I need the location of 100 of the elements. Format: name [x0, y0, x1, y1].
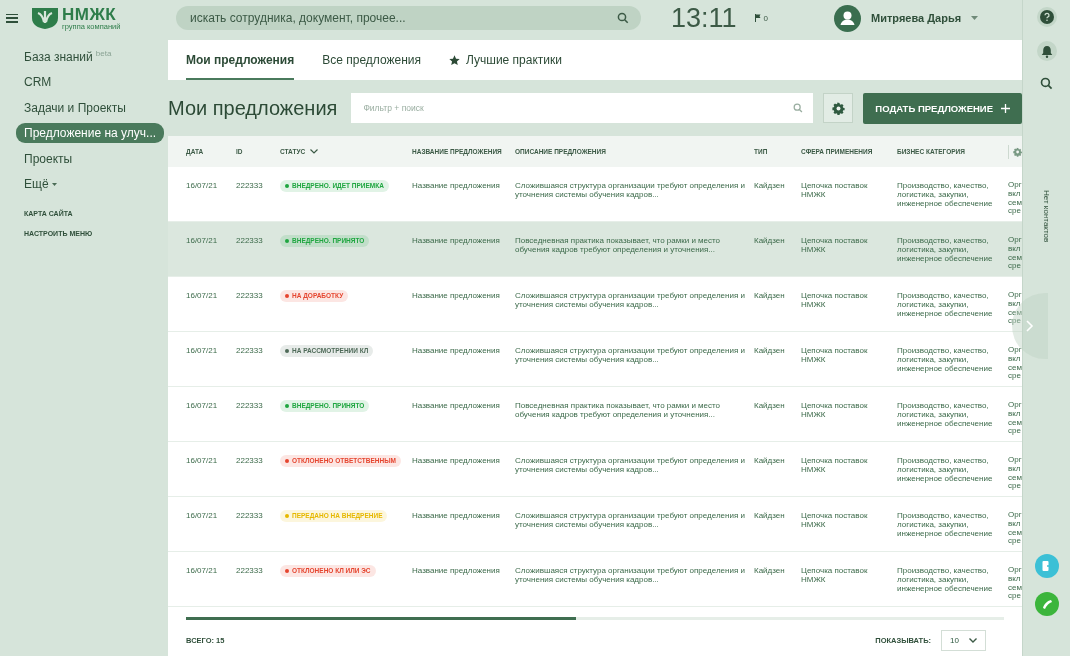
help-icon[interactable] — [1036, 7, 1057, 27]
filter-field[interactable]: Фильтр + поиск — [351, 93, 814, 123]
table-cell-text: Производство, качество, логистика, закупки, инженерное обеспечение — [897, 511, 994, 539]
table-cell-text: Сложившаяся структура организации требуют определения и уточнения системы обучения кадров... — [515, 456, 746, 475]
logo-name: НМЖК — [62, 5, 117, 23]
table-cell-text: 222333 — [236, 456, 264, 466]
table-cell-text: Кайдзен — [754, 291, 786, 301]
table-cell-text: Название предложения — [412, 236, 501, 246]
table-cell-text: 16/07/21 — [186, 566, 219, 576]
logo-icon — [30, 6, 60, 30]
menu-icon[interactable] — [6, 13, 18, 23]
exit-icon[interactable] — [1034, 554, 1059, 578]
table-cell-text: Кайдзен — [754, 456, 786, 466]
tab[interactable]: Мои предложения — [186, 40, 295, 80]
flag-icon — [754, 14, 761, 22]
table-cell-text: Цепочка поставок НМЖК — [801, 346, 869, 365]
nav-item[interactable]: CRM — [16, 72, 60, 93]
table-cell: Орг вкл сем сре — [1008, 511, 1022, 547]
search-input[interactable]: искать сотрудника, документ, прочее... — [188, 10, 617, 26]
table-cell-text: 16/07/21 — [186, 511, 219, 521]
beta-label: beta — [95, 49, 112, 59]
table-cell: Орг вкл сем сре — [1008, 346, 1022, 382]
table-cell-text: Кайдзен — [754, 566, 786, 576]
nav-item[interactable]: Проекты — [16, 148, 81, 169]
chevron-icon — [1026, 320, 1034, 332]
search-icon — [793, 103, 804, 113]
caret-icon[interactable] — [51, 182, 57, 186]
tab[interactable]: Все предложения — [322, 40, 421, 80]
chevron-icon — [969, 638, 977, 643]
nav-item[interactable]: Ещё — [16, 174, 57, 195]
table-cell-text: Название предложения — [412, 346, 501, 356]
avatar-icon[interactable] — [834, 4, 861, 32]
table-cell-text: Цепочка поставок НМЖК — [801, 236, 869, 255]
table-cell-text: 16/07/21 — [186, 236, 219, 246]
table-cell-text: 222333 — [236, 181, 264, 191]
clock: 13:11 — [671, 2, 737, 34]
table-cell: Орг вкл сем сре — [1008, 566, 1022, 602]
table-cell-text: 222333 — [236, 346, 264, 356]
table-cell-text: Название предложения — [412, 566, 501, 576]
table-cell-text: Сложившаяся структура организации требуют определения и уточнения системы обучения кадров... — [515, 181, 746, 200]
table-cell-text: Сложившаяся структура организации требуют определения и уточнения системы обучения кадров... — [515, 291, 746, 310]
table-cell: Орг вкл сем сре — [1008, 401, 1022, 437]
table-cell-text: Производство, качество, логистика, закупки, инженерное обеспечение — [897, 401, 994, 429]
table-cell-text: Название предложения — [412, 456, 501, 466]
table-row[interactable] — [168, 222, 1022, 277]
search-icon[interactable] — [1040, 77, 1053, 90]
table-cell-text: Кайдзен — [754, 236, 786, 246]
scrollbar[interactable] — [186, 617, 576, 620]
table-cell-text: Кайдзен — [754, 346, 786, 356]
settings-button[interactable] — [823, 93, 854, 123]
table-cell-text: 222333 — [236, 511, 264, 521]
chevron-icon[interactable] — [310, 149, 319, 154]
table-cell: Орг вкл сем сре — [1008, 456, 1022, 492]
table-cell-text: Повседневная практика показывает, что рамки и место обучения кадров требуют определения и уточнения... — [515, 236, 722, 255]
table-cell-text: Цепочка поставок НМЖК — [801, 511, 869, 530]
table-cell-text: 16/07/21 — [186, 346, 219, 356]
table-cell-text: 222333 — [236, 566, 264, 576]
caret-icon[interactable] — [971, 16, 979, 20]
nav-item[interactable]: Задачи и Проекты — [16, 97, 134, 118]
table-cell-text: Название предложения — [412, 401, 501, 411]
table-cell-text: Цепочка поставок НМЖК — [801, 291, 869, 310]
table-cell-text: 16/07/21 — [186, 181, 219, 191]
table-cell: Орг вкл сем сре — [1008, 181, 1022, 217]
table-cell-text: Сложившаяся структура организации требуют определения и уточнения системы обучения кадров... — [515, 346, 746, 365]
table-cell-text: Цепочка поставок НМЖК — [801, 181, 869, 200]
table-cell-text: Производство, качество, логистика, закупки, инженерное обеспечение — [897, 181, 994, 209]
table-cell-text: 16/07/21 — [186, 291, 219, 301]
page-title: Мои предложения — [168, 96, 338, 120]
table-cell-text: Цепочка поставок НМЖК — [801, 401, 869, 420]
table-cell-text: Название предложения — [412, 511, 501, 521]
nav-item[interactable]: Предложение на улуч... — [16, 123, 165, 144]
table-cell-text: 222333 — [236, 236, 264, 246]
phone-icon[interactable] — [1034, 592, 1059, 616]
contacts-label: Нет контактов — [1042, 190, 1051, 243]
table-cell-text: 16/07/21 — [186, 456, 219, 466]
table-cell: Орг вкл сем сре — [1008, 291, 1022, 327]
table-cell-text: 16/07/21 — [186, 401, 219, 411]
table-cell-text: Кайдзен — [754, 401, 786, 411]
bell-icon[interactable] — [1036, 41, 1057, 61]
table-cell-text: Производство, качество, логистика, закупки, инженерное обеспечение — [897, 291, 994, 319]
search-icon — [617, 12, 629, 24]
submit-button[interactable]: ПОДАТЬ ПРЕДЛОЖЕНИЕ — [863, 92, 1022, 124]
table-cell-text: Повседневная практика показывает, что рамки и место обучения кадров требуют определения и уточнения... — [515, 401, 722, 420]
plus-icon — [1001, 103, 1011, 113]
table-cell-text: Производство, качество, логистика, закупки, инженерное обеспечение — [897, 566, 994, 594]
table-cell-text: Цепочка поставок НМЖК — [801, 456, 869, 475]
table-cell-text: Название предложения — [412, 181, 501, 191]
page-size-select[interactable]: 10 — [941, 630, 986, 651]
flag-count: 0 — [763, 13, 768, 23]
table-cell-text: Кайдзен — [754, 181, 786, 191]
search-field[interactable]: искать сотрудника, документ, прочее... — [176, 6, 641, 30]
table-cell: Орг вкл сем сре — [1008, 236, 1022, 272]
tab[interactable]: Лучшие практики — [449, 40, 562, 80]
gear-icon[interactable] — [1012, 145, 1022, 158]
table-cell-text: Производство, качество, логистика, закупки, инженерное обеспечение — [897, 346, 994, 374]
table-cell-text: 222333 — [236, 291, 264, 301]
user-name[interactable]: Митряева Дарья — [871, 12, 962, 24]
table-cell-text: Производство, качество, логистика, закупки, инженерное обеспечение — [897, 456, 994, 484]
table-cell-text: 222333 — [236, 401, 264, 411]
table-cell-text: Сложившаяся структура организации требуют определения и уточнения системы обучения кадров... — [515, 566, 746, 585]
